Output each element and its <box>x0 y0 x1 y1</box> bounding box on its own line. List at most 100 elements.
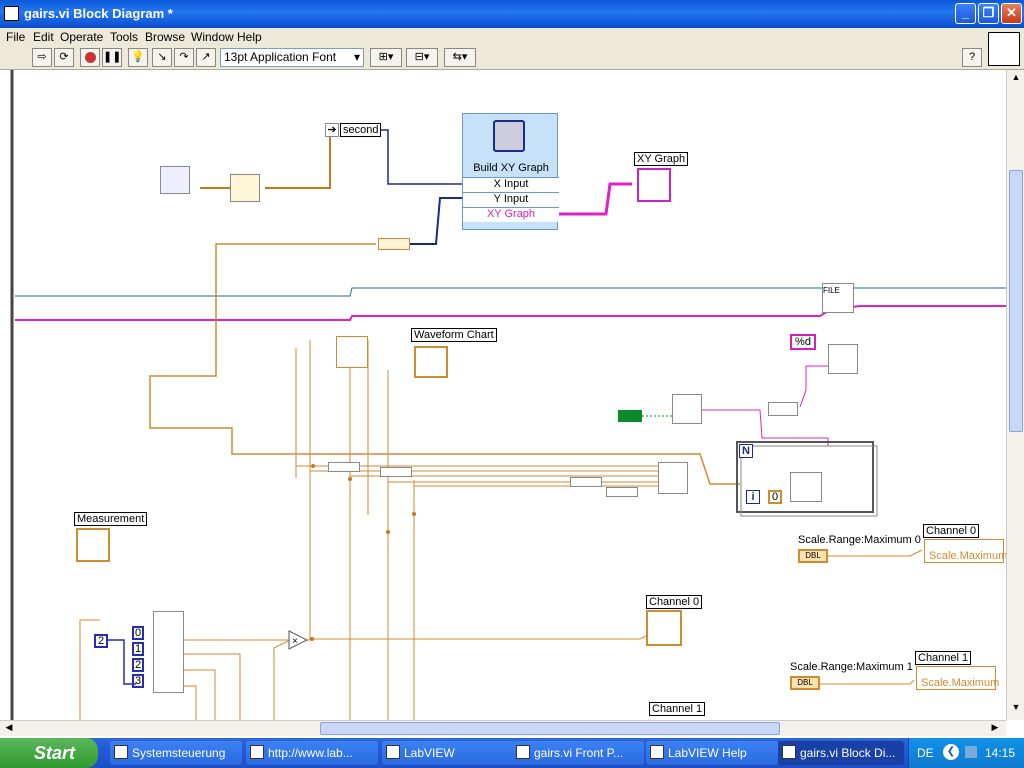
task-labview[interactable]: LabVIEW <box>382 741 514 765</box>
channel0-gauge-terminal[interactable] <box>646 610 682 646</box>
distribute-objects-icon[interactable]: ⊟▾ <box>406 48 438 67</box>
convert-function-icon[interactable] <box>230 174 260 202</box>
format-string-constant[interactable]: %d <box>790 334 816 350</box>
folder-icon <box>114 745 128 759</box>
x-input-port[interactable]: X Input <box>463 177 559 192</box>
unbundle-node-4[interactable] <box>606 487 638 497</box>
taskbar: Start Systemsteuerung http://www.lab... … <box>0 738 1024 768</box>
index-3[interactable]: 3 <box>132 674 144 688</box>
menu-operate[interactable]: Operate <box>60 30 103 44</box>
task-systemsteuerung[interactable]: Systemsteuerung <box>110 741 242 765</box>
reorder-objects-icon[interactable]: ⇆▾ <box>444 48 476 67</box>
build-array-node-2[interactable] <box>658 462 688 494</box>
scroll-right-icon[interactable]: ▶ <box>988 722 1002 736</box>
vertical-scroll-thumb[interactable] <box>1009 170 1023 432</box>
menu-browse[interactable]: Browse <box>145 30 185 44</box>
minimize-button[interactable]: _ <box>955 3 976 24</box>
index-constant-2[interactable]: 2 <box>94 634 108 648</box>
title-bar[interactable]: gairs.vi Block Diagram * _ ❐ ✕ <box>0 0 1024 28</box>
language-indicator[interactable]: DE <box>917 746 934 760</box>
task-labview-help[interactable]: LabVIEW Help <box>646 741 778 765</box>
unbundle-node-1[interactable] <box>328 462 360 472</box>
unbundle-node-2[interactable] <box>380 467 412 477</box>
format-into-string-node[interactable] <box>828 344 858 374</box>
index-array-node[interactable] <box>153 611 184 693</box>
menu-help[interactable]: Help <box>237 30 262 44</box>
channel1-gauge-label: Channel 1 <box>649 702 706 716</box>
font-select[interactable]: 13pt Application Font ▾ <box>220 48 364 67</box>
step-out-icon[interactable]: ↗ <box>196 48 216 67</box>
abort-icon[interactable] <box>80 48 100 67</box>
scroll-left-icon[interactable]: ◀ <box>2 722 16 736</box>
second-label: second <box>340 123 382 137</box>
multiply-node[interactable]: × <box>288 630 309 650</box>
scale-max0-control[interactable]: DBL <box>798 549 828 563</box>
menu-edit[interactable]: Edit <box>33 30 54 44</box>
multiply-icon: × <box>288 630 309 650</box>
measurement-terminal[interactable] <box>76 528 110 562</box>
waveform-chart-terminal[interactable] <box>414 346 448 378</box>
task-browser[interactable]: http://www.lab... <box>246 741 378 765</box>
start-button[interactable]: Start <box>0 738 98 768</box>
waveform-chart-label: Waveform Chart <box>411 328 497 342</box>
unbundle-arrow-icon[interactable]: ➔ <box>325 123 339 137</box>
unbundle-node-3[interactable] <box>570 477 602 487</box>
maximize-button[interactable]: ❐ <box>978 3 999 24</box>
y-input-port[interactable]: Y Input <box>463 192 559 207</box>
menu-window[interactable]: Window <box>191 30 234 44</box>
highlight-execution-icon[interactable]: 💡 <box>128 48 148 67</box>
build-xy-graph-title: Build XY Graph <box>473 162 549 174</box>
task-front-panel[interactable]: gairs.vi Front P... <box>512 741 644 765</box>
align-objects-icon[interactable]: ⊞▾ <box>370 48 402 67</box>
index-0[interactable]: 0 <box>132 626 144 640</box>
pause-icon[interactable]: ❚❚ <box>102 48 122 67</box>
close-button[interactable]: ✕ <box>1001 3 1022 24</box>
run-arrow-icon[interactable]: ⇨ <box>32 48 52 67</box>
network-icon[interactable] <box>965 746 977 758</box>
concat-string-node[interactable] <box>768 402 798 416</box>
block-diagram-canvas[interactable]: ➔ second Build XY Graph X Input Y Input … <box>0 70 1006 720</box>
xy-graph-port[interactable]: XY Graph <box>463 207 559 222</box>
loop-zero-constant[interactable]: 0 <box>768 490 782 504</box>
scale-max1-control[interactable]: DBL <box>790 676 820 690</box>
menu-file[interactable]: File <box>6 30 25 44</box>
get-date-time-node[interactable] <box>672 394 702 424</box>
scale-maximum-label-a: Scale.Maximum <box>929 550 1006 562</box>
system-tray: DE ❮ 14:15 <box>908 738 1024 768</box>
channel0-property-node[interactable]: Scale.Maximum <box>924 539 1006 563</box>
graph-icon <box>493 120 525 152</box>
number-to-fraction-node[interactable] <box>790 472 822 502</box>
menu-tools[interactable]: Tools <box>110 30 138 44</box>
labview-icon <box>386 745 400 759</box>
scroll-up-icon[interactable]: ▲ <box>1009 72 1023 86</box>
tray-chevron-icon[interactable]: ❮ <box>943 744 959 760</box>
task-label: http://www.lab... <box>268 746 353 760</box>
xy-graph-terminal[interactable] <box>637 168 671 202</box>
step-over-icon[interactable]: ↷ <box>174 48 194 67</box>
run-continuously-icon[interactable]: ⟳ <box>54 48 74 67</box>
index-2[interactable]: 2 <box>132 658 144 672</box>
horizontal-scroll-thumb[interactable] <box>320 722 780 735</box>
bundle-dbl-node[interactable] <box>378 238 410 250</box>
build-array-node[interactable] <box>336 336 368 368</box>
menu-bar: File Edit Operate Tools Browse Window He… <box>0 28 1024 46</box>
scroll-down-icon[interactable]: ▼ <box>1009 702 1023 716</box>
window-title: gairs.vi Block Diagram * <box>24 6 173 21</box>
file-function-icon[interactable]: FILE <box>822 283 854 313</box>
build-xy-graph-node[interactable]: Build XY Graph X Input Y Input XY Graph <box>462 113 559 230</box>
time-function-icon[interactable] <box>160 166 190 194</box>
index-1[interactable]: 1 <box>132 642 144 656</box>
task-label: LabVIEW <box>404 746 455 760</box>
vertical-scrollbar[interactable]: ▲ ▼ <box>1006 70 1024 720</box>
channel1-property-node[interactable]: Scale.Maximum <box>916 666 1000 690</box>
horizontal-scrollbar[interactable]: ◀ ▶ <box>0 720 1006 736</box>
channel0-gauge-label: Channel 0 <box>646 595 703 609</box>
task-label: Systemsteuerung <box>132 746 226 760</box>
loop-count-terminal[interactable]: N <box>739 444 753 458</box>
task-block-diagram[interactable]: gairs.vi Block Di... <box>778 741 904 765</box>
boolean-true-constant[interactable] <box>618 410 642 422</box>
start-label: Start <box>34 743 76 763</box>
scale-maximum-label-b: Scale.Maximum <box>921 677 1000 689</box>
step-into-icon[interactable]: ↘ <box>152 48 172 67</box>
context-help-button[interactable]: ? <box>962 48 982 67</box>
